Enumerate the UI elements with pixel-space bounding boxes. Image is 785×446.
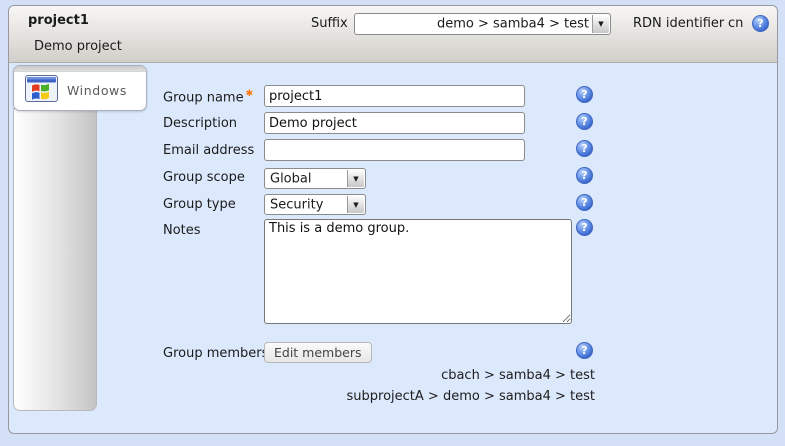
suffix-label: Suffix bbox=[311, 16, 348, 31]
help-icon[interactable]: ? bbox=[752, 15, 769, 32]
dropdown-arrow-icon: ▼ bbox=[347, 196, 364, 213]
group-type-select[interactable]: Security ▼ bbox=[264, 194, 366, 215]
edit-group-panel: project1 Demo project Suffix demo > samb… bbox=[8, 5, 778, 434]
tab-windows-row[interactable]: Windows bbox=[14, 72, 146, 109]
suffix-select-value: demo > samba4 > test bbox=[360, 17, 589, 32]
group-type-value: Security bbox=[270, 197, 344, 212]
help-icon[interactable]: ? bbox=[576, 167, 593, 184]
windows-logo-icon bbox=[25, 75, 58, 106]
help-icon[interactable]: ? bbox=[576, 194, 593, 211]
email-address-input[interactable] bbox=[264, 139, 525, 161]
notes-textarea[interactable]: This is a demo group. bbox=[264, 219, 572, 324]
notes-label: Notes bbox=[163, 223, 201, 238]
group-scope-select[interactable]: Global ▼ bbox=[264, 168, 366, 189]
help-icon[interactable]: ? bbox=[576, 113, 593, 130]
help-icon[interactable]: ? bbox=[576, 219, 593, 236]
page-title: project1 bbox=[28, 13, 89, 28]
group-scope-label: Group scope bbox=[163, 170, 245, 185]
required-marker-icon: ✱ bbox=[246, 89, 254, 99]
header-bar: project1 Demo project Suffix demo > samb… bbox=[9, 6, 777, 63]
description-label: Description bbox=[163, 116, 237, 131]
group-member-item: subprojectA > demo > samba4 > test bbox=[264, 389, 595, 404]
email-address-label: Email address bbox=[163, 143, 254, 158]
rdn-identifier-label: RDN identifier bbox=[633, 16, 724, 31]
help-icon[interactable]: ? bbox=[576, 342, 593, 359]
dropdown-arrow-icon: ▼ bbox=[592, 15, 609, 33]
rdn-identifier-value: cn bbox=[728, 16, 743, 31]
help-icon[interactable]: ? bbox=[576, 140, 593, 157]
group-name-label: Group name✱ bbox=[163, 89, 253, 105]
edit-members-button[interactable]: Edit members bbox=[264, 342, 372, 363]
group-scope-value: Global bbox=[270, 171, 344, 186]
help-icon[interactable]: ? bbox=[576, 86, 593, 103]
description-input[interactable] bbox=[264, 112, 525, 134]
group-type-label: Group type bbox=[163, 197, 236, 212]
tab-windows-label: Windows bbox=[67, 83, 127, 98]
suffix-select[interactable]: demo > samba4 > test ▼ bbox=[354, 13, 611, 35]
group-name-input[interactable] bbox=[264, 85, 525, 107]
group-member-item: cbach > samba4 > test bbox=[264, 368, 595, 383]
tab-windows[interactable]: Windows bbox=[13, 65, 147, 111]
dropdown-arrow-icon: ▼ bbox=[347, 170, 364, 187]
group-members-label: Group members bbox=[163, 346, 268, 361]
tab-bar-background bbox=[13, 108, 97, 411]
page-subtitle: Demo project bbox=[34, 39, 122, 54]
page: project1 Demo project Suffix demo > samb… bbox=[0, 0, 785, 446]
